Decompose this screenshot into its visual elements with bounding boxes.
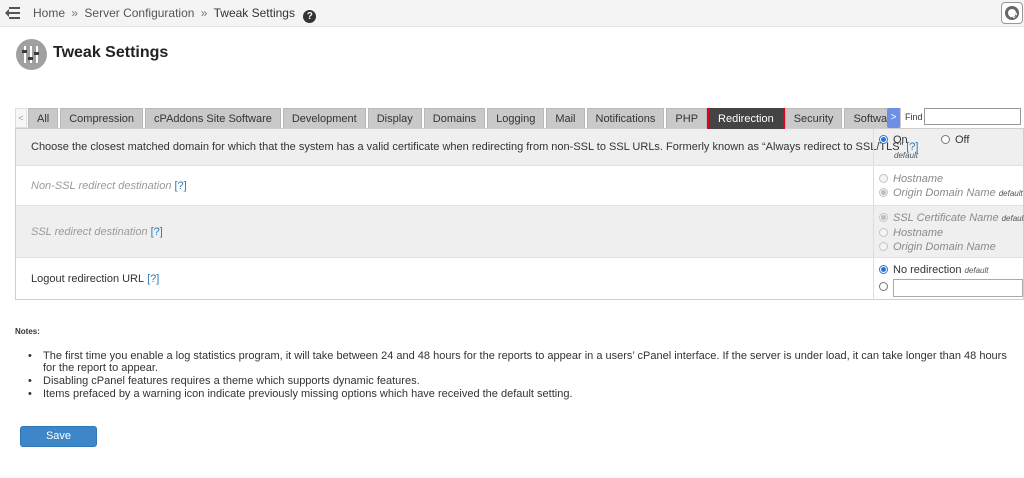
option-custom-url[interactable] [879, 281, 893, 293]
breadcrumb-server-configuration[interactable]: Server Configuration [84, 6, 194, 20]
tab-strip: < All Compression cPAddons Site Software De… [15, 108, 1024, 129]
tab-all[interactable]: All [28, 108, 59, 129]
option-hostname: Hostname [879, 227, 943, 239]
radio-origin-domain-name [879, 188, 888, 197]
setting-control: SSL Certificate Name default Hostname Ori… [873, 206, 1024, 257]
find-input[interactable] [924, 108, 1021, 125]
option-label: SSL Certificate Name [893, 212, 999, 224]
setting-label: Non-SSL redirect destination [?] [31, 180, 187, 192]
tab-php[interactable]: PHP [666, 108, 708, 129]
setting-help-link[interactable]: [?] [147, 273, 159, 285]
option-label: Hostname [893, 173, 944, 185]
setting-row-logout-redirection: Logout redirection URL [?] No redirection… [16, 258, 1023, 299]
tab-list: All Compression cPAddons Site Software Deve… [28, 108, 901, 129]
option-label: Origin Domain Name [893, 187, 996, 199]
default-note: default [894, 151, 919, 160]
setting-row-closest-matched-domain: Choose the closest matched domain for wh… [16, 129, 1023, 166]
default-note: default [1001, 214, 1024, 223]
tab-display[interactable]: Display [367, 108, 422, 129]
top-bar: Home » Server Configuration » Tweak Sett… [0, 0, 1024, 27]
tab-compression[interactable]: Compression [60, 108, 144, 129]
setting-label: SSL redirect destination [?] [31, 226, 163, 238]
setting-control: Hostname Origin Domain Name default [873, 166, 1023, 205]
radio-off[interactable] [941, 135, 950, 144]
setting-control: On Off default [873, 129, 1023, 165]
option-origin-domain-name: Origin Domain Name default [879, 187, 1023, 199]
breadcrumb: Home » Server Configuration » Tweak Sett… [33, 6, 317, 23]
tab-security[interactable]: Security [784, 108, 843, 129]
collapse-menu-icon[interactable] [5, 6, 23, 20]
tab-cpaddons-site-software[interactable]: cPAddons Site Software [145, 108, 281, 129]
option-ssl-certificate-name: SSL Certificate Name default [879, 212, 1024, 224]
notes-list: The first time you enable a log statisti… [28, 350, 1022, 401]
setting-row-ssl-redirect: SSL redirect destination [?] SSL Certific… [16, 206, 1024, 258]
setting-label-text: Non-SSL redirect destination [31, 180, 172, 192]
option-label: Origin Domain Name [893, 241, 996, 253]
note-item: Items prefaced by a warning icon indicat… [28, 388, 1022, 400]
radio-ssl-certificate-name [879, 213, 888, 222]
breadcrumb-home[interactable]: Home [33, 6, 65, 20]
default-note: default [998, 189, 1023, 198]
setting-control: No redirection default [873, 258, 1023, 299]
find-label: Find [905, 112, 923, 122]
tab-scroll-right-button[interactable]: > [887, 108, 900, 128]
notes-title: Notes: [15, 327, 40, 336]
note-item: Disabling cPanel features requires a the… [28, 375, 1022, 387]
option-on[interactable]: On [879, 134, 908, 146]
option-no-redirection[interactable]: No redirection default [879, 264, 989, 276]
breadcrumb-current: Tweak Settings [213, 6, 295, 20]
logout-url-input[interactable] [893, 279, 1023, 297]
settings-table: Choose the closest matched domain for wh… [15, 128, 1024, 300]
radio-no-redirection[interactable] [879, 265, 888, 274]
tab-development[interactable]: Development [282, 108, 366, 129]
option-off-label: Off [955, 134, 970, 146]
lifebuoy-icon[interactable] [1001, 2, 1023, 24]
radio-custom-url[interactable] [879, 282, 888, 291]
setting-help-link[interactable]: [?] [174, 180, 186, 192]
tab-mail[interactable]: Mail [546, 108, 585, 129]
sliders-icon [16, 39, 47, 70]
option-label: No redirection [893, 264, 962, 276]
tab-logging[interactable]: Logging [487, 108, 545, 129]
setting-row-non-ssl-redirect: Non-SSL redirect destination [?] Hostname… [16, 166, 1023, 206]
radio-hostname [879, 228, 888, 237]
setting-label: Choose the closest matched domain for wh… [31, 141, 918, 153]
radio-hostname [879, 174, 888, 183]
setting-label-text: Logout redirection URL [31, 273, 145, 285]
option-label: Hostname [893, 227, 944, 239]
tab-domains[interactable]: Domains [423, 108, 486, 129]
tab-notifications[interactable]: Notifications [586, 108, 665, 129]
help-icon[interactable]: ? [303, 10, 317, 23]
setting-label-text: Choose the closest matched domain for wh… [31, 141, 904, 153]
radio-on[interactable] [879, 135, 888, 144]
breadcrumb-separator: » [200, 6, 208, 20]
setting-label: Logout redirection URL [?] [31, 273, 159, 285]
page-title: Tweak Settings [53, 44, 169, 61]
option-origin-domain-name: Origin Domain Name [879, 241, 996, 253]
setting-label-text: SSL redirect destination [31, 226, 148, 238]
note-item: The first time you enable a log statisti… [28, 350, 1022, 374]
tab-scroll-left-button[interactable]: < [15, 108, 27, 128]
breadcrumb-separator: » [71, 6, 79, 20]
option-hostname: Hostname [879, 173, 943, 185]
save-button[interactable]: Save [20, 426, 97, 447]
setting-help-link[interactable]: [?] [151, 226, 163, 238]
tab-redirection[interactable]: Redirection [707, 108, 785, 129]
option-on-label: On [893, 134, 908, 146]
option-off[interactable]: Off [941, 134, 969, 146]
radio-origin-domain-name [879, 242, 888, 251]
default-note: default [964, 266, 989, 275]
